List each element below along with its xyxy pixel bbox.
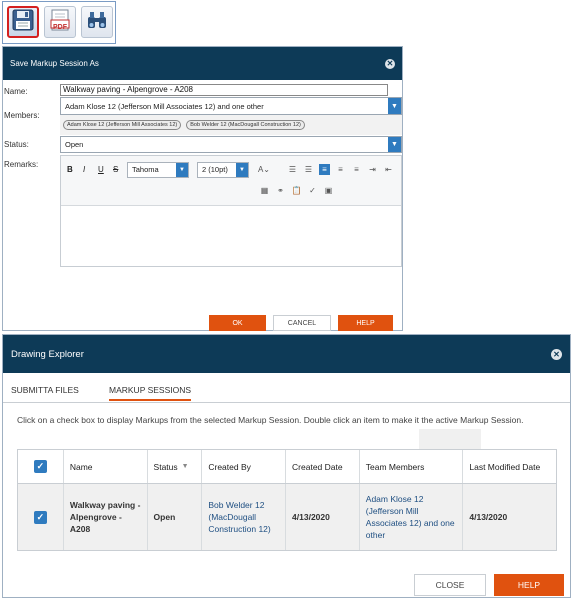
name-label: Name: xyxy=(4,87,28,96)
font-size-select[interactable]: 2 (10pt) ▼ xyxy=(197,162,249,178)
created-date-cell: 4/13/2020 xyxy=(286,484,360,550)
column-header-team-members[interactable]: Team Members xyxy=(360,450,464,483)
column-label: Team Members xyxy=(365,461,425,472)
column-label: Name xyxy=(69,461,93,472)
underline-button[interactable]: U xyxy=(98,165,104,174)
pdf-label: PDF xyxy=(53,24,67,31)
instructions-text: Click on a check box to display Markups … xyxy=(17,415,524,425)
drawing-explorer-dialog: Drawing Explorer ✕ SUBMITTA FILES MARKUP… xyxy=(2,334,571,598)
italic-button[interactable]: I xyxy=(83,165,85,174)
dialog-title: Save Markup Session As xyxy=(10,59,99,68)
filter-icon[interactable]: ▼ xyxy=(182,463,189,470)
binoculars-icon xyxy=(86,9,108,36)
column-header-created-by[interactable]: Created By xyxy=(202,450,287,483)
select-all-checkbox[interactable]: ✓ xyxy=(33,460,47,473)
align-right-icon[interactable]: ≡ xyxy=(351,164,362,175)
strikethrough-button[interactable]: S xyxy=(113,165,118,174)
status-select[interactable]: Open ▼ xyxy=(60,136,402,153)
column-header-name[interactable]: Name xyxy=(64,450,148,483)
save-button[interactable] xyxy=(7,6,39,38)
dialog-header: Save Markup Session As ✕ xyxy=(3,47,402,80)
tab-markup-sessions[interactable]: MARKUP SESSIONS xyxy=(109,385,192,401)
session-status: Open xyxy=(153,512,176,522)
status-label: Status: xyxy=(4,140,29,149)
editor-toolbar: B I U S Tahoma ▼ 2 (10pt) ▼ A⌄ ☰ ☰ ≡ ≡ ≡… xyxy=(61,156,401,206)
font-size-value: 2 (10pt) xyxy=(202,165,228,174)
created-date: 4/13/2020 xyxy=(292,512,330,522)
drawing-explorer-button[interactable] xyxy=(81,6,113,38)
chevron-down-icon[interactable]: ▼ xyxy=(388,98,401,114)
clear-format-icon[interactable]: ✓ xyxy=(307,185,318,196)
last-modified-date: 4/13/2020 xyxy=(469,512,508,522)
tab-bar: SUBMITTA FILES MARKUP SESSIONS xyxy=(3,381,570,403)
tab-submittal-files[interactable]: SUBMITTA FILES xyxy=(11,385,79,395)
text-color-icon[interactable]: A⌄ xyxy=(255,164,273,175)
font-family-value: Tahoma xyxy=(132,165,159,174)
members-select[interactable]: Adam Klose 12 (Jefferson Mill Associates… xyxy=(60,97,402,115)
markup-sessions-table: ✓ Name Status ▼ Created By Created Date T… xyxy=(17,449,557,551)
font-family-select[interactable]: Tahoma ▼ xyxy=(127,162,189,178)
close-icon[interactable]: ✕ xyxy=(385,58,395,69)
indent-icon[interactable]: ⇥ xyxy=(367,164,378,175)
row-select-cell: ✓ xyxy=(18,484,64,550)
close-icon[interactable]: ✕ xyxy=(551,348,562,360)
ok-button[interactable]: OK xyxy=(209,315,266,331)
cancel-button[interactable]: CANCEL xyxy=(273,315,331,331)
session-name-cell: Walkway paving - Alpengrove - A208 xyxy=(64,484,148,550)
row-checkbox[interactable]: ✓ xyxy=(33,510,47,524)
name-field[interactable]: Walkway paving - Alpengrove - A208 xyxy=(60,84,388,96)
export-pdf-button[interactable]: PDF xyxy=(44,6,76,38)
close-button[interactable]: CLOSE xyxy=(414,574,486,596)
align-center-icon[interactable]: ≡ xyxy=(335,164,346,175)
last-modified-cell: 4/13/2020 xyxy=(463,484,556,550)
numbered-list-icon[interactable]: ☰ xyxy=(303,164,314,175)
link-icon[interactable]: ⚭ xyxy=(275,185,286,196)
help-button[interactable]: HELP xyxy=(338,315,393,331)
paste-icon[interactable]: 📋 xyxy=(291,185,302,196)
members-label: Members: xyxy=(4,111,40,120)
outdent-icon[interactable]: ⇤ xyxy=(383,164,394,175)
column-header-status[interactable]: Status ▼ xyxy=(148,450,203,483)
team-members-link[interactable]: Adam Klose 12 (Jefferson Mill Associates… xyxy=(366,493,457,541)
pdf-icon xyxy=(49,9,71,36)
status-value: Open xyxy=(65,140,84,149)
column-header-last-modified-date[interactable]: Last Modified Date xyxy=(463,450,556,483)
chevron-down-icon[interactable]: ▼ xyxy=(388,137,401,152)
chevron-down-icon[interactable]: ▼ xyxy=(236,163,248,177)
column-label: Status xyxy=(153,461,178,472)
dialog-header: Drawing Explorer ✕ xyxy=(3,335,570,373)
session-name: Walkway paving - Alpengrove - A208 xyxy=(69,500,141,534)
insert-image-icon[interactable]: ▣ xyxy=(323,185,334,196)
table-icon[interactable]: ▦ xyxy=(259,185,270,196)
select-all-cell: ✓ xyxy=(18,450,64,483)
table-header: ✓ Name Status ▼ Created By Created Date T… xyxy=(18,450,556,484)
floppy-disk-icon xyxy=(12,9,34,36)
team-members-cell: Adam Klose 12 (Jefferson Mill Associates… xyxy=(360,484,464,550)
save-markup-session-dialog: Save Markup Session As ✕ Name: Walkway p… xyxy=(2,46,403,331)
created-by-link[interactable]: Bob Welder 12 (MacDougall Construction 1… xyxy=(208,499,279,535)
help-button[interactable]: HELP xyxy=(494,574,564,596)
column-label: Last Modified Date xyxy=(469,461,541,472)
member-chip[interactable]: Bob Welder 12 (MacDougall Construction 1… xyxy=(186,120,305,130)
remarks-editor[interactable]: B I U S Tahoma ▼ 2 (10pt) ▼ A⌄ ☰ ☰ ≡ ≡ ≡… xyxy=(60,155,402,267)
top-toolbar: PDF xyxy=(2,1,116,44)
bulleted-list-icon[interactable]: ☰ xyxy=(287,164,298,175)
remarks-label: Remarks: xyxy=(4,160,39,169)
created-by-cell: Bob Welder 12 (MacDougall Construction 1… xyxy=(202,484,287,550)
member-chips: Adam Klose 12 (Jefferson Mill Associates… xyxy=(60,115,402,135)
align-left-icon[interactable]: ≡ xyxy=(319,164,330,175)
bold-button[interactable]: B xyxy=(67,165,73,174)
members-value: Adam Klose 12 (Jefferson Mill Associates… xyxy=(65,101,264,111)
session-status-cell: Open xyxy=(148,484,203,550)
dialog-title: Drawing Explorer xyxy=(11,348,84,360)
column-label: Created Date xyxy=(292,461,343,472)
column-header-created-date[interactable]: Created Date xyxy=(286,450,360,483)
tooltip-placeholder xyxy=(419,429,481,451)
table-row[interactable]: ✓ Walkway paving - Alpengrove - A208 Ope… xyxy=(18,484,556,550)
column-label: Created By xyxy=(208,461,251,472)
chevron-down-icon[interactable]: ▼ xyxy=(176,163,188,177)
member-chip[interactable]: Adam Klose 12 (Jefferson Mill Associates… xyxy=(63,120,182,130)
